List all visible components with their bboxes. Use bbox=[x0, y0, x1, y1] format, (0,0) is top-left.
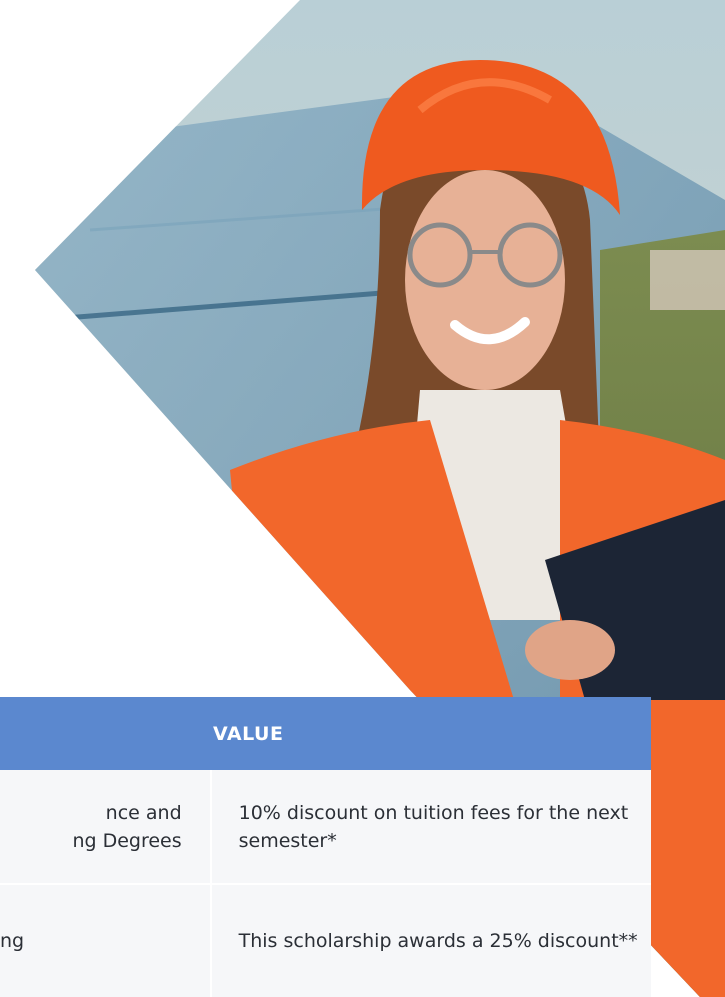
value-cell: 10% discount on tuition fees for the nex… bbox=[238, 801, 629, 852]
table-header: VALUE bbox=[0, 697, 651, 770]
criteria-cell: ng bbox=[0, 927, 210, 955]
table-row: nce and ng Degrees 10% discount on tuiti… bbox=[0, 770, 651, 885]
column-header-value: VALUE bbox=[213, 722, 284, 745]
scholarship-table: VALUE nce and ng Degrees 10% discount on… bbox=[0, 697, 651, 997]
value-cell: This scholarship awards a 25% discount** bbox=[238, 930, 638, 952]
criteria-cell: nce and ng Degrees bbox=[0, 799, 210, 855]
criteria-text-line: ng Degrees bbox=[72, 829, 182, 852]
criteria-text-line: ng bbox=[0, 930, 25, 952]
table-row: ng This scholarship awards a 25% discoun… bbox=[0, 885, 651, 997]
criteria-text-line: nce and bbox=[105, 801, 182, 824]
